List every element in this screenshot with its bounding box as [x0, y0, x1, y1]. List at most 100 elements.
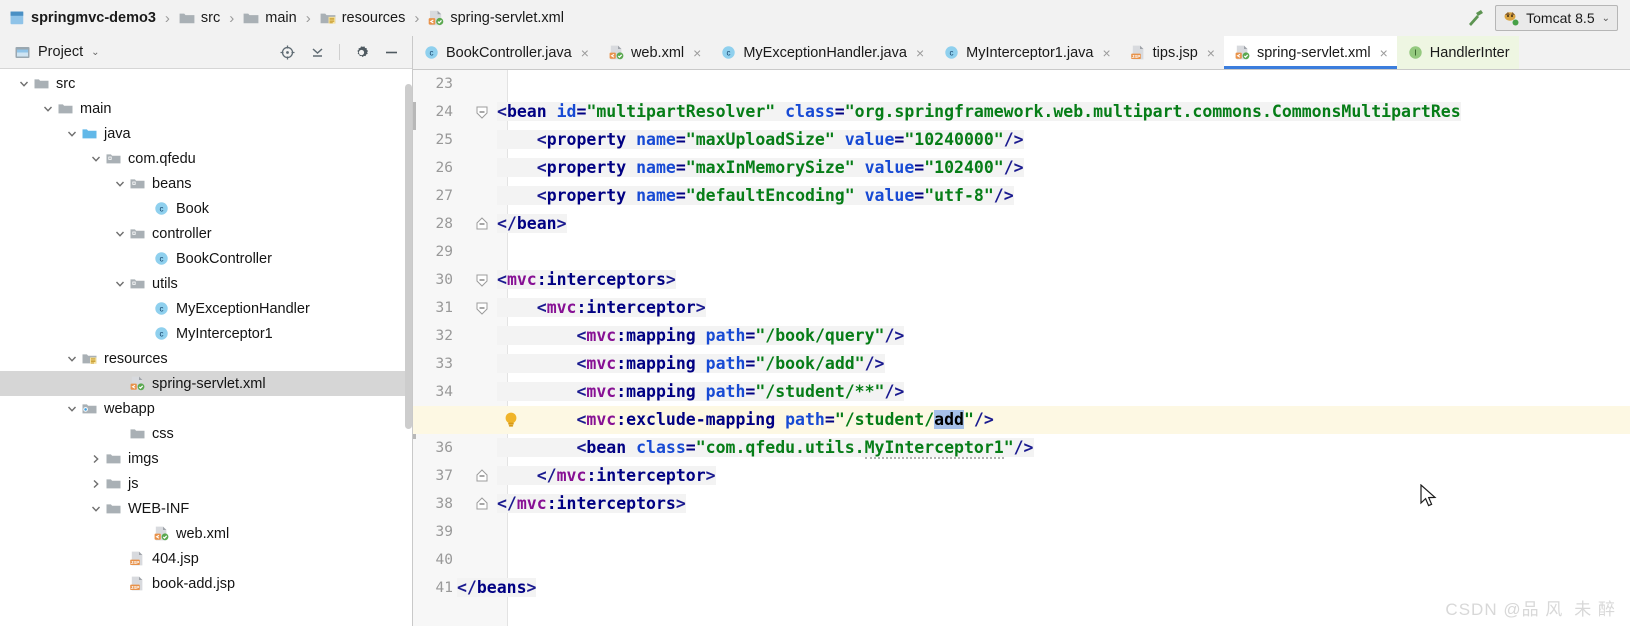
- close-icon[interactable]: ×: [693, 45, 701, 61]
- editor-tab-tips-jsp[interactable]: JSP tips.jsp ×: [1120, 36, 1224, 69]
- code-token-val: ": [963, 410, 974, 429]
- editor-tab-myinterceptor1-java[interactable]: c MyInterceptor1.java ×: [933, 36, 1120, 69]
- code-line[interactable]: <property name="maxInMemorySize" value="…: [413, 154, 1630, 182]
- code-line[interactable]: <mvc:mapping path="/student/**"/>: [413, 378, 1630, 406]
- tree-row[interactable]: c MyInterceptor1: [0, 321, 412, 346]
- hammer-icon[interactable]: [1465, 8, 1485, 28]
- close-icon[interactable]: ×: [1102, 45, 1110, 61]
- close-icon[interactable]: ×: [1207, 45, 1215, 61]
- tree-row[interactable]: java: [0, 121, 412, 146]
- run-configuration-label: Tomcat 8.5: [1526, 10, 1595, 26]
- tree-row[interactable]: utils: [0, 271, 412, 296]
- code-token-tag: :mapping: [616, 326, 696, 345]
- hide-panel-icon[interactable]: [383, 44, 400, 61]
- code-line[interactable]: </mvc:interceptors>: [413, 490, 1630, 518]
- editor-tab-myexceptionhandler-java[interactable]: c MyExceptionHandler.java ×: [710, 36, 933, 69]
- breadcrumb[interactable]: springmvc-demo3 › src › main › resources › sprin…: [0, 0, 566, 36]
- tree-row[interactable]: js: [0, 471, 412, 496]
- close-icon[interactable]: ×: [581, 45, 589, 61]
- editor-tab-bar[interactable]: c BookController.java × web.xml × c MyExceptio…: [413, 36, 1630, 70]
- tree-row[interactable]: beans: [0, 171, 412, 196]
- editor-tab-spring-servlet-xml[interactable]: spring-servlet.xml ×: [1223, 36, 1397, 69]
- close-icon[interactable]: ×: [916, 45, 924, 61]
- intention-bulb-icon[interactable]: [501, 410, 521, 433]
- code-line[interactable]: <mvc:mapping path="/book/add"/>: [413, 350, 1630, 378]
- settings-gear-icon[interactable]: [353, 44, 370, 61]
- code-line[interactable]: </mvc:interceptor>: [413, 462, 1630, 490]
- chevron-down-icon[interactable]: [88, 496, 104, 521]
- code-content[interactable]: <bean id="multipartResolver" class="org.…: [413, 70, 1630, 626]
- chevron-down-icon[interactable]: [64, 121, 80, 146]
- breadcrumb-item-label: main: [265, 10, 297, 26]
- code-token-eq: =: [685, 438, 696, 457]
- tree-row[interactable]: JSP 404.jsp: [0, 546, 412, 571]
- tree-row[interactable]: com.qfedu: [0, 146, 412, 171]
- mouse-cursor-icon: [1419, 483, 1439, 513]
- editor-tab-bookcontroller-java[interactable]: c BookController.java ×: [413, 36, 598, 69]
- code-line[interactable]: <mvc:mapping path="/book/query"/>: [413, 322, 1630, 350]
- tree-row[interactable]: src: [0, 71, 412, 96]
- code-token-tag: :interceptor: [586, 466, 706, 485]
- chevron-down-icon[interactable]: [112, 271, 128, 296]
- tree-row[interactable]: imgs: [0, 446, 412, 471]
- tree-row[interactable]: c MyExceptionHandler: [0, 296, 412, 321]
- chevron-down-icon[interactable]: [112, 171, 128, 196]
- project-tree[interactable]: src main java com.qfedu beans c Book controller…: [0, 69, 412, 626]
- code-line[interactable]: </bean>: [413, 210, 1630, 238]
- code-token-tag: :interceptors: [546, 494, 676, 513]
- code-line[interactable]: <property name="defaultEncoding" value="…: [413, 182, 1630, 210]
- breadcrumb-item-spring-servlet-xml[interactable]: spring-servlet.xml: [425, 0, 566, 36]
- project-tree-scrollbar[interactable]: [405, 36, 412, 592]
- code-line[interactable]: [413, 546, 1630, 574]
- chevron-down-icon[interactable]: [88, 146, 104, 171]
- tree-row-selected[interactable]: spring-servlet.xml: [0, 371, 412, 396]
- chevron-down-icon[interactable]: [112, 221, 128, 246]
- code-line[interactable]: <mvc:interceptors>: [413, 266, 1630, 294]
- code-line[interactable]: <bean id="multipartResolver" class="org.…: [413, 98, 1630, 126]
- code-line[interactable]: <property name="maxUploadSize" value="10…: [413, 126, 1630, 154]
- editor-tab-web-xml[interactable]: web.xml ×: [598, 36, 710, 69]
- tree-row[interactable]: c Book: [0, 196, 412, 221]
- editor-tab-handlerinter[interactable]: I HandlerInter: [1396, 36, 1519, 69]
- breadcrumb-item-main[interactable]: main: [240, 0, 298, 36]
- chevron-down-icon[interactable]: ⌄: [91, 47, 99, 58]
- tree-row[interactable]: resources: [0, 346, 412, 371]
- code-editor[interactable]: 23242526272829303132333435363738394041 <…: [413, 70, 1630, 626]
- scrollbar-thumb[interactable]: [405, 84, 412, 429]
- tree-row[interactable]: css: [0, 421, 412, 446]
- chevron-right-icon[interactable]: [88, 446, 104, 471]
- chevron-down-icon[interactable]: [64, 396, 80, 421]
- chevron-right-icon[interactable]: [88, 471, 104, 496]
- tree-row[interactable]: main: [0, 96, 412, 121]
- chevron-down-icon[interactable]: [16, 71, 32, 96]
- collapse-all-icon[interactable]: [309, 44, 326, 61]
- breadcrumb-item-resources[interactable]: resources: [317, 0, 408, 36]
- breadcrumb-item-springmvc-demo3[interactable]: springmvc-demo3: [6, 0, 158, 36]
- tree-row[interactable]: JSP book-add.jsp: [0, 571, 412, 596]
- locate-icon[interactable]: [279, 44, 296, 61]
- tree-row[interactable]: WEB-INF: [0, 496, 412, 521]
- code-token-val: "com.qfedu.utils.: [695, 438, 865, 457]
- tree-row-label: main: [80, 100, 112, 117]
- code-line[interactable]: [413, 70, 1630, 98]
- tree-row[interactable]: c BookController: [0, 246, 412, 271]
- class-icon: c: [720, 44, 737, 61]
- chevron-down-icon[interactable]: [64, 346, 80, 371]
- code-line[interactable]: <bean class="com.qfedu.utils.MyIntercept…: [413, 434, 1630, 462]
- close-icon[interactable]: ×: [1380, 45, 1388, 61]
- run-configuration-selector[interactable]: Tomcat 8.5 ⌄: [1495, 5, 1618, 31]
- chevron-down-icon[interactable]: ⌄: [1602, 13, 1610, 24]
- code-line[interactable]: [413, 238, 1630, 266]
- tree-row[interactable]: web.xml: [0, 521, 412, 546]
- code-line[interactable]: <mvc:exclude-mapping path="/student/add"…: [413, 406, 1630, 434]
- webapp-folder-icon: [81, 400, 98, 417]
- code-line[interactable]: [413, 518, 1630, 546]
- tree-row[interactable]: webapp: [0, 396, 412, 421]
- breadcrumb-item-src[interactable]: src: [176, 0, 222, 36]
- chevron-down-icon[interactable]: [40, 96, 56, 121]
- tree-row[interactable]: controller: [0, 221, 412, 246]
- code-token-punct: />: [1003, 158, 1024, 177]
- code-line[interactable]: <mvc:interceptor>: [413, 294, 1630, 322]
